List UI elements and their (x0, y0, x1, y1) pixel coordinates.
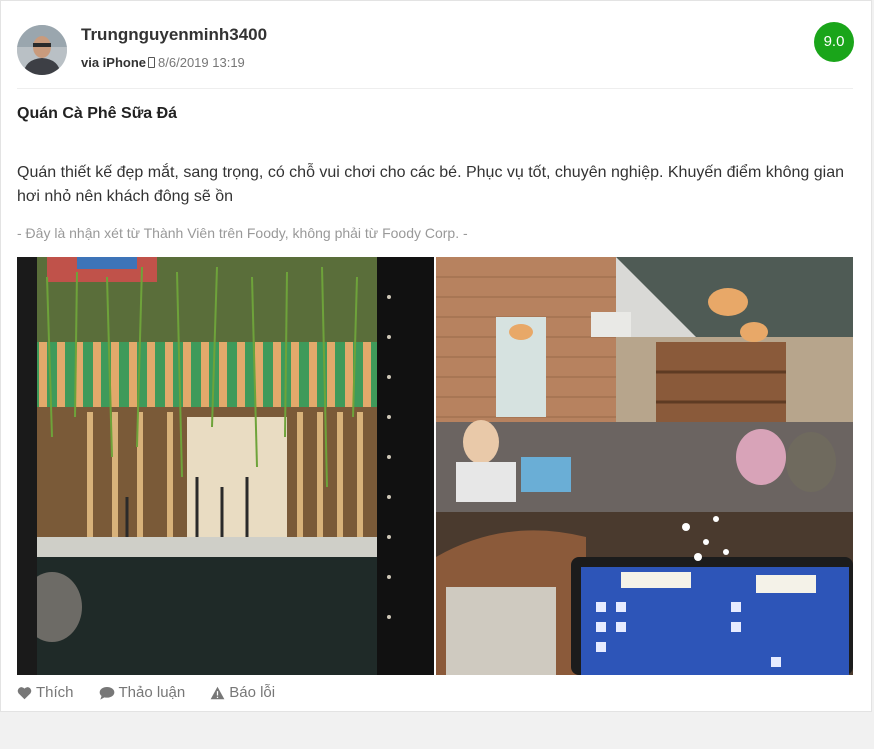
disclaimer: - Đây là nhận xét từ Thành Viên trên Foo… (17, 225, 468, 241)
avatar[interactable] (17, 25, 67, 75)
divider (17, 88, 853, 89)
like-button[interactable]: Thích (17, 684, 74, 701)
chat-bubble-icon (99, 686, 115, 700)
review-actions: Thích Thảo luận Báo lỗi (17, 684, 275, 701)
review-photo-interior[interactable] (436, 257, 853, 675)
phone-icon (148, 57, 156, 68)
review-body: Quán thiết kế đẹp mắt, sang trọng, có ch… (17, 164, 845, 205)
review-meta: via iPhone 8/6/2019 13:19 (81, 55, 245, 70)
review-title[interactable]: Quán Cà Phê Sữa Đá (17, 105, 177, 123)
like-label: Thích (36, 684, 74, 701)
device-label: via iPhone (81, 55, 147, 70)
warning-icon (210, 686, 225, 700)
heart-icon (17, 686, 32, 700)
score-badge: 9.0 (814, 22, 854, 62)
review-date: 8/6/2019 13:19 (158, 55, 245, 70)
username[interactable]: Trungnguyenminh3400 (81, 25, 267, 45)
report-button[interactable]: Báo lỗi (210, 684, 275, 701)
review-card: Trungnguyenminh3400 via iPhone 8/6/2019 1… (0, 0, 872, 712)
discuss-label: Thảo luận (118, 684, 186, 701)
discuss-button[interactable]: Thảo luận (99, 684, 186, 701)
report-label: Báo lỗi (229, 684, 276, 701)
review-photo-garden[interactable] (17, 257, 434, 675)
